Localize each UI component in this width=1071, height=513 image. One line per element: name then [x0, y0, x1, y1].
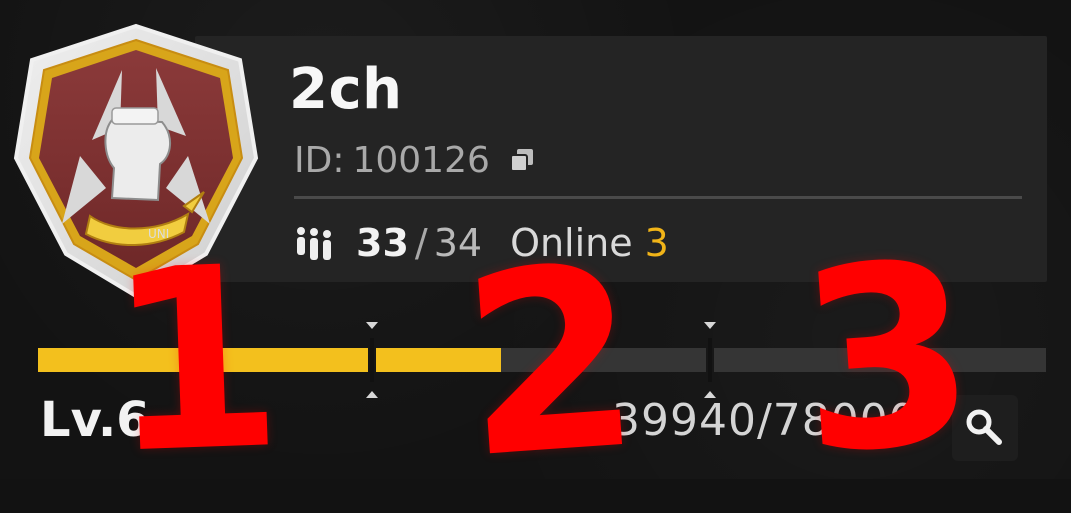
members-row: 33 / 34 Online 3 — [292, 218, 669, 268]
progress-fill-1 — [38, 348, 368, 372]
club-id-value: 100126 — [352, 139, 490, 181]
members-icon — [292, 223, 336, 263]
progress-segment-1 — [38, 348, 368, 372]
level-progress-bar — [38, 322, 1046, 398]
progress-fill-2 — [376, 348, 502, 372]
club-id-row: ID: 100126 — [294, 138, 538, 182]
members-current: 33 — [356, 221, 409, 265]
xp-value: 39940/78000 — [612, 395, 918, 446]
copy-icon[interactable] — [506, 144, 538, 176]
level-label: Lv.6 — [40, 392, 150, 448]
club-id-label: ID: — [294, 139, 345, 181]
online-label: Online — [510, 221, 633, 265]
club-emblem[interactable]: UNI — [8, 18, 262, 304]
progress-divider-2 — [704, 322, 716, 398]
progress-segment-2 — [376, 348, 706, 372]
search-button[interactable] — [952, 395, 1018, 461]
members-max: 34 — [433, 221, 483, 265]
search-icon — [966, 409, 1002, 445]
emblem-text: UNI — [148, 227, 169, 241]
club-name: 2ch — [289, 57, 403, 122]
panel-divider — [294, 196, 1022, 199]
fist-emblem-icon: UNI — [13, 23, 259, 299]
members-separator: / — [414, 221, 428, 265]
online-count: 3 — [644, 221, 669, 265]
progress-segment-3 — [714, 348, 1046, 372]
progress-divider-1 — [366, 322, 378, 398]
